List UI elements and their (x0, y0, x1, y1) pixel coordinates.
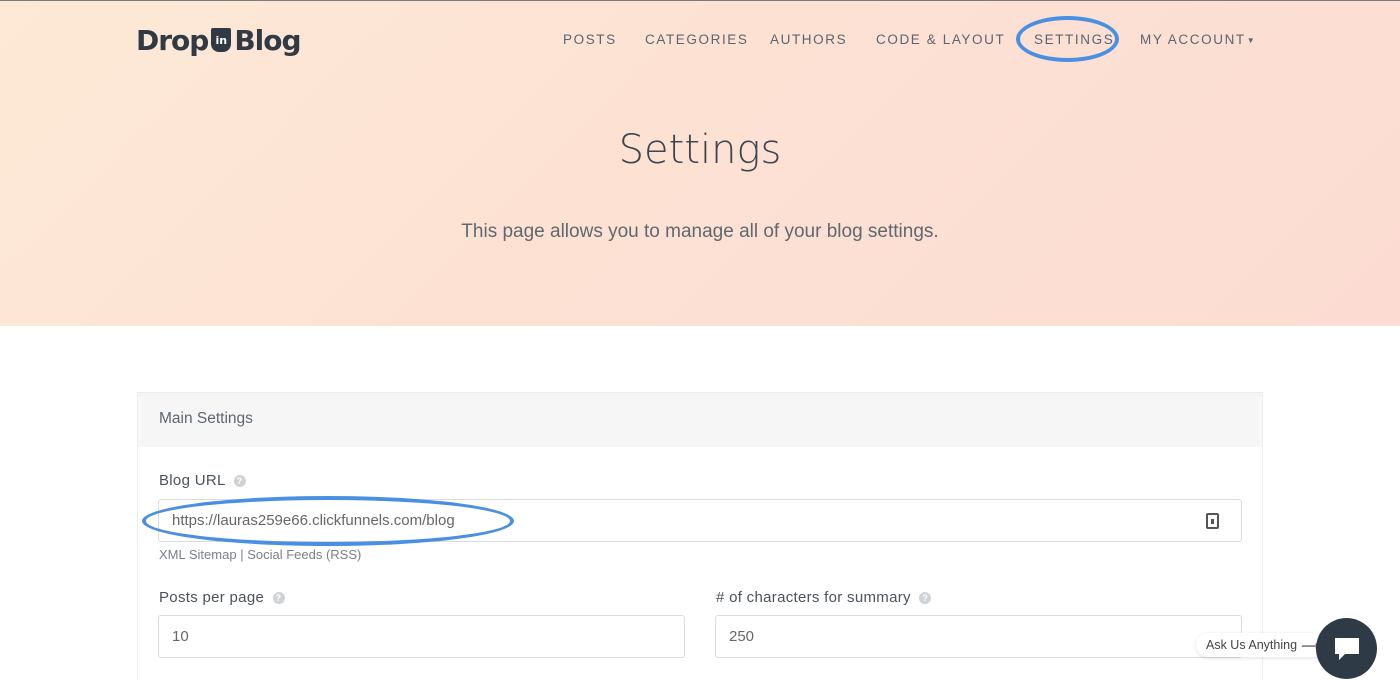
posts-per-page-label: Posts per page ? (159, 589, 285, 606)
posts-per-page-input[interactable]: 10 (158, 615, 685, 658)
xml-sitemap-link[interactable]: XML Sitemap (159, 547, 237, 562)
chat-bubble-icon (1334, 637, 1359, 660)
link-separator: | (240, 547, 244, 562)
feed-links: XML Sitemap | Social Feeds (RSS) (159, 547, 361, 562)
logo-text-blog: Blog (234, 23, 301, 57)
logo-badge: in (211, 28, 232, 52)
page-subtitle: This page allows you to manage all of yo… (461, 221, 939, 242)
posts-per-page-label-text: Posts per page (159, 589, 265, 606)
help-icon[interactable]: ? (233, 475, 246, 488)
social-feeds-link[interactable]: Social Feeds (RSS) (247, 547, 361, 562)
settings-highlight-circle (1016, 16, 1119, 62)
blog-url-label: Blog URL ? (159, 472, 246, 489)
dropinblog-logo[interactable]: Drop in Blog (136, 21, 302, 59)
caret-down-icon: ▼ (1246, 35, 1257, 45)
summary-chars-input[interactable]: 250 (715, 615, 1242, 658)
nav-my-account-label: MY ACCOUNT (1140, 32, 1246, 47)
url-highlight-circle (142, 496, 514, 546)
nav-my-account[interactable]: MY ACCOUNT▼ (1140, 32, 1256, 47)
nav-posts[interactable]: POSTS (563, 32, 617, 47)
posts-per-page-value: 10 (172, 628, 189, 645)
chat-label-text: Ask Us Anything (1206, 638, 1298, 652)
nav-authors[interactable]: AUTHORS (770, 32, 847, 47)
nav-code-layout[interactable]: CODE & LAYOUT (876, 32, 1005, 47)
panel-heading: Main Settings (138, 393, 1262, 447)
logo-text-drop: Drop (136, 23, 209, 57)
blog-url-label-text: Blog URL (159, 472, 226, 489)
chat-button[interactable] (1316, 618, 1377, 679)
help-icon[interactable]: ? (919, 592, 932, 605)
summary-chars-label-text: # of characters for summary (716, 589, 911, 606)
help-icon[interactable]: ? (272, 592, 285, 605)
ask-us-anything-label[interactable]: Ask Us Anything ⟶ (1196, 633, 1329, 657)
summary-chars-value: 250 (729, 628, 755, 645)
copy-icon[interactable] (1206, 513, 1219, 529)
summary-chars-label: # of characters for summary ? (716, 589, 932, 606)
page-title: Settings (618, 127, 782, 173)
nav-categories[interactable]: CATEGORIES (645, 32, 749, 47)
hero-banner: Drop in Blog POSTS CATEGORIES AUTHORS CO… (0, 0, 1400, 326)
